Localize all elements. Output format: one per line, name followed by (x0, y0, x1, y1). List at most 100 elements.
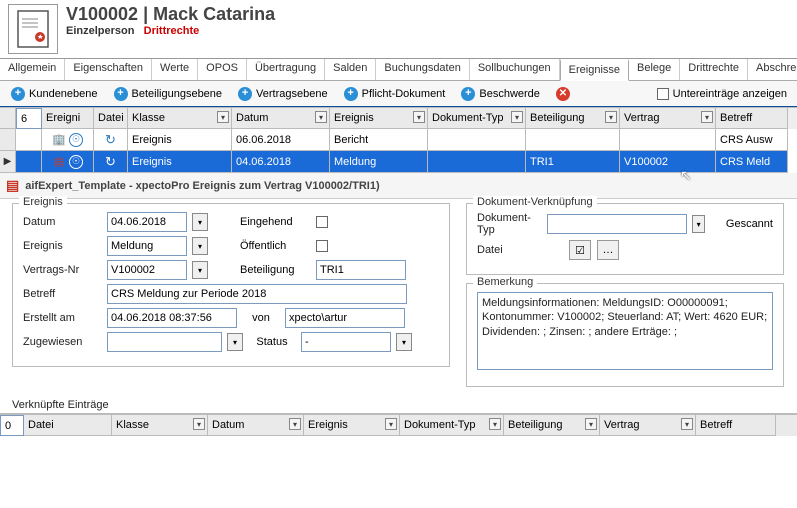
tab-salden[interactable]: Salden (325, 59, 376, 80)
chevron-down-icon[interactable]: ▾ (681, 418, 693, 430)
document-icon: ▤ (52, 155, 66, 169)
von-input[interactable] (285, 308, 405, 328)
eingehend-checkbox[interactable] (316, 216, 328, 228)
col-ereigni[interactable]: Ereigni (42, 108, 94, 129)
table-row[interactable]: 🏢 ☉ ↻ Ereignis 06.06.2018 Bericht CRS Au… (0, 129, 797, 151)
add-beschwerde-button[interactable]: +Beschwerde (454, 84, 547, 104)
browse-file-button[interactable]: … (597, 240, 619, 260)
zugewiesen-label: Zugewiesen (23, 336, 101, 348)
open-file-button[interactable]: ☑ (569, 240, 591, 260)
doktyp-input[interactable] (547, 214, 687, 234)
datum-input[interactable] (107, 212, 187, 232)
tab-drittrechte[interactable]: Drittrechte (680, 59, 748, 80)
plus-icon: + (11, 87, 25, 101)
zugewiesen-input[interactable] (107, 332, 222, 352)
tab-buchungsdaten[interactable]: Buchungsdaten (376, 59, 469, 80)
linked-count[interactable]: 0 (0, 415, 24, 436)
plus-icon: + (114, 87, 128, 101)
row-handle[interactable]: ▶ (0, 151, 16, 173)
vertragsnr-dropdown-button[interactable]: ▾ (192, 261, 208, 279)
doktyp-dropdown-button[interactable]: ▾ (692, 215, 704, 233)
datei-label: Datei (477, 244, 563, 256)
col-betreff[interactable]: Betreff (696, 415, 776, 436)
template-icon: ▤ (6, 177, 19, 194)
beteiligung-input[interactable] (316, 260, 406, 280)
col-datum[interactable]: Datum▾ (208, 415, 304, 436)
delete-icon: ✕ (556, 87, 570, 101)
chevron-down-icon[interactable]: ▾ (511, 111, 523, 123)
tab-belege[interactable]: Belege (629, 59, 680, 80)
tab-ereignisse[interactable]: Ereignisse (560, 59, 629, 81)
vertragsnr-input[interactable] (107, 260, 187, 280)
status-dropdown-button[interactable]: ▾ (396, 333, 412, 351)
refresh-icon: ↻ (104, 133, 118, 147)
chevron-down-icon[interactable]: ▾ (413, 111, 425, 123)
legend: Dokument-Verknüpfung (473, 196, 597, 208)
row-handle[interactable] (0, 129, 16, 151)
zugewiesen-dropdown-button[interactable]: ▾ (227, 333, 243, 351)
events-grid-header: 6 Ereigni Datei Klasse▾ Datum▾ Ereignis▾… (0, 107, 797, 129)
table-row[interactable]: ▶ ▤ ☉ ↻ Ereignis 04.06.2018 Meldung TRI1… (0, 151, 797, 173)
legend: Ereignis (19, 196, 67, 208)
chevron-down-icon[interactable]: ▾ (289, 418, 301, 430)
col-doktyp[interactable]: Dokument-Typ▾ (400, 415, 504, 436)
col-klasse[interactable]: Klasse▾ (112, 415, 208, 436)
tab-uebertragung[interactable]: Übertragung (247, 59, 325, 80)
chevron-down-icon[interactable]: ▾ (315, 111, 327, 123)
bemerkung-fieldset: Bemerkung Meldungsinformationen: Meldung… (466, 283, 784, 387)
col-beteiligung[interactable]: Beteiligung▾ (504, 415, 600, 436)
chevron-down-icon[interactable]: ▾ (605, 111, 617, 123)
tab-werte[interactable]: Werte (152, 59, 198, 80)
ereignis-dropdown-button[interactable]: ▾ (192, 237, 208, 255)
tab-eigenschaften[interactable]: Eigenschaften (65, 59, 152, 80)
building-icon: 🏢 (52, 133, 66, 147)
col-datei[interactable]: Datei (94, 108, 128, 129)
delete-button[interactable]: ✕ (549, 84, 577, 104)
col-datei[interactable]: Datei (24, 415, 112, 436)
col-betreff[interactable]: Betreff (716, 108, 788, 129)
label: Kundenebene (29, 88, 98, 100)
tab-allgemein[interactable]: Allgemein (0, 59, 65, 80)
ereignis-label: Ereignis (23, 240, 101, 252)
untereintraege-checkbox[interactable] (657, 88, 669, 100)
col-doktyp[interactable]: Dokument-Typ▾ (428, 108, 526, 129)
current-row-icon: ▶ (4, 156, 12, 167)
col-vertrag[interactable]: Vertrag▾ (620, 108, 716, 129)
col-datum[interactable]: Datum▾ (232, 108, 330, 129)
globe-icon: ☉ (69, 133, 83, 147)
beteiligung-label: Beteiligung (240, 264, 310, 276)
page-title: V100002 | Mack Catarina (66, 4, 797, 25)
chevron-down-icon[interactable]: ▾ (217, 111, 229, 123)
col-beteiligung[interactable]: Beteiligung▾ (526, 108, 620, 129)
col-count[interactable]: 6 (16, 108, 42, 129)
col-klasse[interactable]: Klasse▾ (128, 108, 232, 129)
legend: Bemerkung (473, 276, 537, 288)
chevron-down-icon[interactable]: ▾ (193, 418, 205, 430)
oeffentlich-label: Öffentlich (240, 240, 310, 252)
erstellt-input[interactable] (107, 308, 237, 328)
chevron-down-icon[interactable]: ▾ (701, 111, 713, 123)
bemerkung-text[interactable]: Meldungsinformationen: MeldungsID: O0000… (477, 292, 773, 370)
status-label: Status (249, 336, 295, 348)
tab-opos[interactable]: OPOS (198, 59, 247, 80)
col-ereignis[interactable]: Ereignis▾ (304, 415, 400, 436)
date-picker-button[interactable]: ▾ (192, 213, 208, 231)
add-beteiligungsebene-button[interactable]: +Beteiligungsebene (107, 84, 230, 104)
add-vertragsebene-button[interactable]: +Vertragsebene (231, 84, 335, 104)
add-kundenebene-button[interactable]: + Kundenebene (4, 84, 105, 104)
chevron-down-icon[interactable]: ▾ (585, 418, 597, 430)
betreff-input[interactable] (107, 284, 407, 304)
event-toolbar: + Kundenebene +Beteiligungsebene +Vertrag… (0, 81, 797, 107)
add-pflicht-dokument-button[interactable]: +Pflicht-Dokument (337, 84, 453, 104)
ereignis-fieldset: Ereignis Datum ▾ Eingehend Ereignis ▾ Öf… (12, 203, 450, 367)
tab-sollbuchungen[interactable]: Sollbuchungen (470, 59, 560, 80)
status-input[interactable] (301, 332, 391, 352)
tab-abschreibungen[interactable]: Abschreibungen (748, 59, 797, 80)
record-type-icon (8, 4, 58, 54)
col-ereignis[interactable]: Ereignis▾ (330, 108, 428, 129)
ereignis-input[interactable] (107, 236, 187, 256)
col-vertrag[interactable]: Vertrag▾ (600, 415, 696, 436)
chevron-down-icon[interactable]: ▾ (385, 418, 397, 430)
oeffentlich-checkbox[interactable] (316, 240, 328, 252)
chevron-down-icon[interactable]: ▾ (489, 418, 501, 430)
